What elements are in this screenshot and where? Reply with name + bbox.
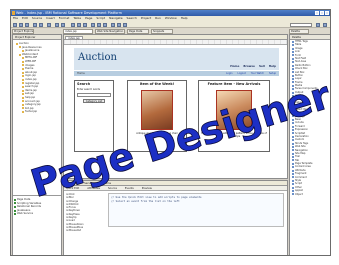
italic-icon[interactable]: [77, 22, 81, 27]
new-icon[interactable]: [13, 22, 17, 27]
search-input[interactable]: [77, 93, 111, 97]
new-arrivals-image: [216, 90, 252, 130]
nav-help[interactable]: Help: [269, 64, 276, 68]
item-of-week-caption: Antique wood carved rocking chair: [136, 132, 178, 135]
forward-icon[interactable]: [61, 22, 65, 27]
close-button[interactable]: [325, 11, 329, 15]
palette-item[interactable]: Object: [290, 193, 330, 196]
tab-attributes[interactable]: Attributes: [87, 186, 100, 190]
search-box: Search Enter search words Category List: [74, 80, 114, 152]
run-icon[interactable]: [33, 22, 37, 27]
site-header: Auction Home Browse Sell Help: [74, 48, 279, 70]
tab-problems[interactable]: Problems: [99, 181, 111, 185]
lower-sub-tab-bar: Quick Edit Attributes Source Events Prev…: [64, 186, 287, 191]
script-line: // Select an event from the list on the …: [111, 200, 180, 203]
app-icon: [12, 11, 15, 15]
link-icon[interactable]: [123, 22, 127, 27]
tab-preview[interactable]: Preview: [142, 186, 152, 190]
maximize-button[interactable]: [320, 11, 324, 15]
project-tree: Auction Java Resources JavaSource WebCon…: [13, 40, 61, 116]
toolbar-search-field[interactable]: [290, 22, 312, 27]
project-explorer-panel: Project Explorer Auction Java Resources …: [12, 34, 62, 255]
tree-item[interactable]: footer.jsp: [22, 110, 60, 114]
palette-items: HTML Tags Table Image Link Form Text Field Tex…: [290, 40, 330, 196]
window-title: Web - Index.jsp - IBM Rational Software …: [16, 11, 122, 15]
item-of-week-heading: Item of the Week!: [139, 82, 175, 86]
nav-sell[interactable]: Sell: [259, 64, 265, 68]
script-editor[interactable]: // Use the Quick Edit view to add script…: [108, 193, 284, 227]
back-icon[interactable]: [55, 22, 59, 27]
web-perspective-icon[interactable]: [323, 22, 327, 27]
page-data-item[interactable]: Web Service: [13, 212, 61, 216]
window-controls: [315, 11, 329, 15]
item-of-week-image: [141, 90, 173, 130]
align-right-icon[interactable]: [103, 22, 107, 27]
nav-browse[interactable]: Browse: [243, 64, 255, 68]
link-logout[interactable]: Logout: [238, 71, 246, 76]
align-center-icon[interactable]: [97, 22, 101, 27]
bold-icon[interactable]: [71, 22, 75, 27]
site-title: Auction: [78, 52, 117, 63]
design-canvas[interactable]: Auction Home Browse Sell Help Home Login…: [68, 45, 284, 178]
minimize-button[interactable]: [315, 11, 319, 15]
image-icon[interactable]: [117, 22, 121, 27]
underline-icon[interactable]: [83, 22, 87, 27]
new-arrivals-box: Feature Item - New Arrivals Handcrafted …: [198, 80, 270, 152]
nav-home[interactable]: Home: [230, 64, 239, 68]
link-watch[interactable]: Your Watch: [251, 71, 264, 76]
subnav-links: Login Logout Your Watch Setup: [226, 71, 276, 76]
align-left-icon[interactable]: [91, 22, 95, 27]
tab-events[interactable]: Events: [125, 186, 134, 190]
search-hint: Enter search words: [77, 88, 100, 91]
tab-quick-edit[interactable]: Quick Edit: [66, 186, 79, 190]
event-list: onClick onBlur onChange onDblClick onFoc…: [66, 193, 104, 233]
tab-properties[interactable]: Properties: [66, 181, 79, 185]
table-icon[interactable]: [111, 22, 115, 27]
print-icon[interactable]: [25, 22, 29, 27]
search-heading: Search: [77, 82, 91, 86]
link-login[interactable]: Login: [226, 71, 232, 76]
page-designer-editor: index.jsp Auction Home Browse Sell Help …: [63, 34, 288, 179]
quick-edit-panel: Properties Servers Problems Quick Edit A…: [63, 180, 288, 255]
new-arrivals-caption: Handcrafted vase with floral pattern, a …: [201, 132, 267, 138]
tab-servers[interactable]: Servers: [84, 181, 94, 185]
toolbar: [11, 21, 330, 28]
site-nav: Home Browse Sell Help: [230, 64, 276, 68]
palette-panel: Palette HTML Tags Table Image Link Form Text …: [289, 34, 330, 255]
event-item[interactable]: onMouseOut: [66, 229, 104, 232]
item-of-week-box: Item of the Week! Antique wood carved ro…: [127, 80, 187, 152]
perspective-icon[interactable]: [316, 22, 320, 27]
page-data-tree: Page Data Scripting Variables Relational…: [13, 195, 61, 216]
subnav-label: Home: [77, 72, 85, 75]
new-arrivals-heading: Feature Item - New Arrivals: [207, 82, 261, 86]
link-setup[interactable]: Setup: [269, 71, 276, 76]
search-icon[interactable]: [47, 22, 51, 27]
category-list-button[interactable]: Category List: [83, 99, 105, 103]
tab-source[interactable]: Source: [108, 186, 117, 190]
site-subnav: Home Login Logout Your Watch Setup: [74, 71, 279, 76]
ide-window: Web - Index.jsp - IBM Rational Software …: [10, 9, 331, 256]
save-icon[interactable]: [19, 22, 23, 27]
debug-icon[interactable]: [39, 22, 43, 27]
